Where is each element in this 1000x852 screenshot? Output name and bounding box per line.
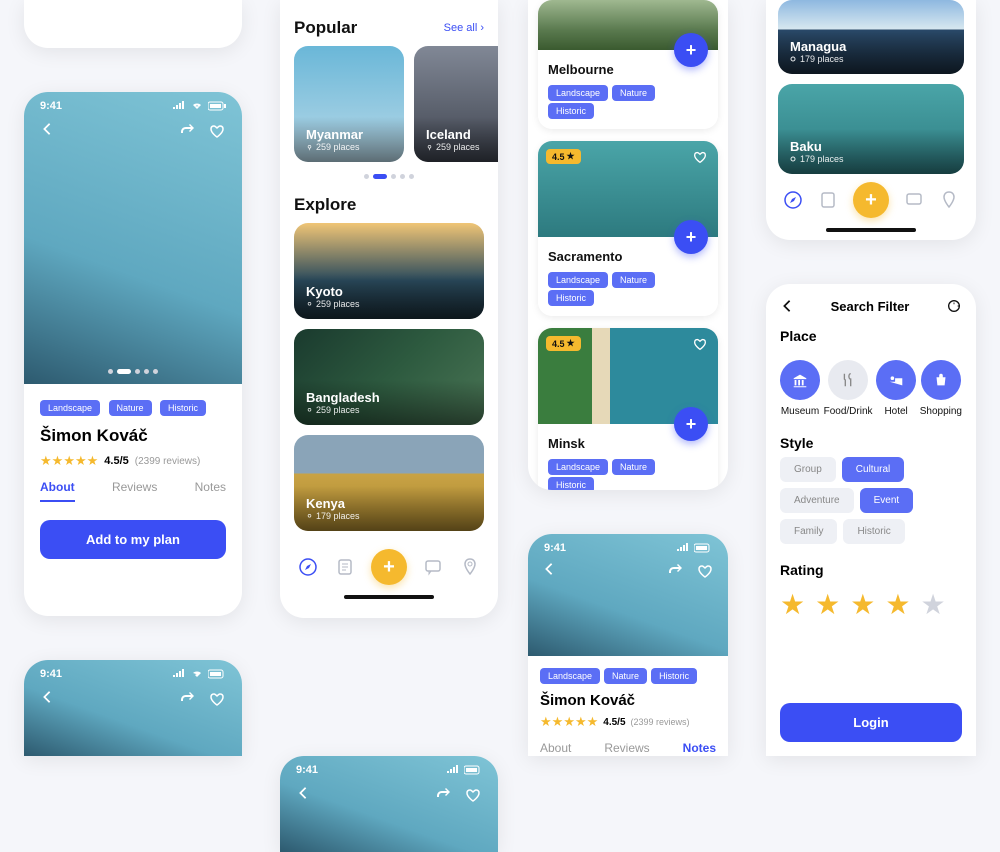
filter-shopping[interactable]: Shopping xyxy=(920,360,962,417)
back-button[interactable] xyxy=(40,122,54,140)
phone-detail: 9:41 Landscape Nature Historic Šimon Kov… xyxy=(24,92,242,616)
popular-card-myanmar[interactable]: Myanmar259 places xyxy=(294,46,404,162)
phone-feed: + Melbourne LandscapeNatureHistoric 4.5 … xyxy=(528,0,728,490)
share-icon[interactable] xyxy=(178,690,196,708)
add-fab[interactable]: + xyxy=(674,220,708,254)
explore-card-kyoto[interactable]: Kyoto259 places xyxy=(294,223,484,319)
explore-card-bangladesh[interactable]: Bangladesh259 places xyxy=(294,329,484,425)
tag-row: Landscape Nature Historic xyxy=(40,398,226,416)
add-fab[interactable]: + xyxy=(674,33,708,67)
favorite-icon[interactable] xyxy=(208,690,226,708)
tag-nature[interactable]: Nature xyxy=(109,400,152,416)
favorite-icon[interactable] xyxy=(208,122,226,140)
phone-discover: Popular See all › Myanmar259 places Icel… xyxy=(280,0,498,618)
detail-hero-image: 9:41 xyxy=(24,92,242,384)
rating-badge: 4.5 ★ xyxy=(546,336,581,351)
tag-historic[interactable]: Historic xyxy=(160,400,206,416)
tag-landscape[interactable]: Landscape xyxy=(40,400,100,416)
nav-pin-icon[interactable] xyxy=(939,190,959,210)
add-to-plan-button[interactable]: Add to my plan xyxy=(40,520,226,559)
detail-body: Landscape Nature Historic Šimon Kováč ★★… xyxy=(24,384,242,573)
filter-food[interactable]: Food/Drink xyxy=(824,360,873,417)
home-indicator xyxy=(344,595,434,599)
tab-notes[interactable]: Notes xyxy=(195,480,226,502)
popular-card-iceland[interactable]: Iceland259 places xyxy=(414,46,498,162)
feed-card-sacramento[interactable]: 4.5 ★ + Sacramento LandscapeNatureHistor… xyxy=(538,141,718,316)
phone-detail-variant: 9:41 LandscapeNatureHistoric Šimon Kováč… xyxy=(528,534,728,756)
status-time: 9:41 xyxy=(40,100,62,112)
back-button[interactable] xyxy=(40,690,54,708)
phone-stub-1 xyxy=(24,0,242,48)
rating-value: 4.5/5 xyxy=(104,455,128,467)
favorite-icon[interactable] xyxy=(692,149,708,165)
place-card-baku[interactable]: Baku179 places xyxy=(778,84,964,174)
chip-cultural[interactable]: Cultural xyxy=(842,457,904,482)
filter-museum[interactable]: Museum xyxy=(780,360,820,417)
nav-add-button[interactable]: + xyxy=(853,182,889,218)
status-icons xyxy=(172,101,226,111)
nav-compass-icon[interactable] xyxy=(783,190,803,210)
nav-chat-icon[interactable] xyxy=(904,190,924,210)
rating-row: ★★★★★ 4.5/5 (2399 reviews) xyxy=(40,452,226,470)
nav-compass-icon[interactable] xyxy=(298,557,318,577)
rating-badge: 4.5 ★ xyxy=(546,149,581,164)
back-button[interactable] xyxy=(780,299,794,313)
bottom-nav: + xyxy=(280,541,498,595)
reset-icon[interactable] xyxy=(946,298,962,314)
favorite-icon[interactable] xyxy=(692,336,708,352)
chip-group[interactable]: Group xyxy=(780,457,836,482)
share-icon[interactable] xyxy=(434,786,452,804)
tab-about[interactable]: About xyxy=(40,480,75,502)
bottom-nav: + xyxy=(766,174,976,228)
style-label: Style xyxy=(780,435,962,451)
back-button[interactable] xyxy=(542,562,556,580)
rating-stars[interactable]: ★★★★★ xyxy=(766,584,976,625)
filter-hotel[interactable]: Hotel xyxy=(876,360,916,417)
chip-event[interactable]: Event xyxy=(860,488,914,513)
status-bar: 9:41 xyxy=(24,92,242,116)
phone-stub-detail-2: 9:41 xyxy=(24,660,242,756)
phone-places: Managua179 places Baku179 places + xyxy=(766,0,976,240)
nav-doc-icon[interactable] xyxy=(818,190,838,210)
chip-adventure[interactable]: Adventure xyxy=(780,488,854,513)
tab-reviews[interactable]: Reviews xyxy=(112,480,157,502)
chip-historic[interactable]: Historic xyxy=(843,519,904,544)
back-button[interactable] xyxy=(296,786,310,804)
explore-title: Explore xyxy=(294,195,356,214)
feed-card-melbourne[interactable]: + Melbourne LandscapeNatureHistoric xyxy=(538,0,718,129)
add-fab[interactable]: + xyxy=(674,407,708,441)
chip-family[interactable]: Family xyxy=(780,519,837,544)
login-button[interactable]: Login xyxy=(780,703,962,742)
detail-tabs: About Reviews Notes xyxy=(40,480,226,502)
nav-chat-icon[interactable] xyxy=(423,557,443,577)
stars: ★★★★★ xyxy=(40,452,98,470)
popular-title: Popular xyxy=(294,18,357,38)
place-card-managua[interactable]: Managua179 places xyxy=(778,0,964,74)
explore-card-kenya[interactable]: Kenya179 places xyxy=(294,435,484,531)
place-label: Place xyxy=(780,328,962,344)
place-name: Šimon Kováč xyxy=(40,426,226,446)
nav-pin-icon[interactable] xyxy=(460,557,480,577)
phone-filter: Search Filter Place Museum Food/Drink Ho… xyxy=(766,284,976,756)
reviews-count: (2399 reviews) xyxy=(135,456,201,467)
see-all-link[interactable]: See all › xyxy=(444,22,484,34)
favorite-icon[interactable] xyxy=(464,786,482,804)
carousel-dots xyxy=(24,369,242,374)
feed-card-minsk[interactable]: 4.5 ★ + Minsk LandscapeNatureHistoric xyxy=(538,328,718,490)
rating-label: Rating xyxy=(780,562,962,578)
share-icon[interactable] xyxy=(666,562,684,580)
favorite-icon[interactable] xyxy=(696,562,714,580)
nav-doc-icon[interactable] xyxy=(335,557,355,577)
filter-title: Search Filter xyxy=(831,299,910,314)
phone-stub-3: 9:41 xyxy=(280,756,498,852)
share-icon[interactable] xyxy=(178,122,196,140)
nav-add-button[interactable]: + xyxy=(371,549,407,585)
